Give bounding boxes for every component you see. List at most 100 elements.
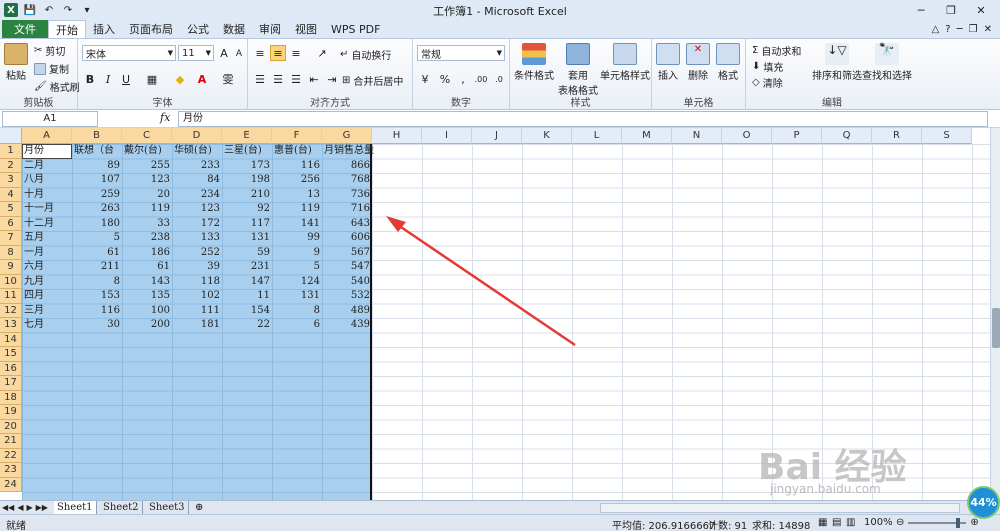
- row-header-12[interactable]: 12: [0, 303, 22, 318]
- table-cell-value[interactable]: 233: [172, 159, 222, 174]
- row-header-19[interactable]: 19: [0, 405, 22, 420]
- table-cell-value[interactable]: 5: [72, 231, 122, 246]
- zoom-out-icon[interactable]: ⊖: [896, 517, 904, 528]
- zoom-slider[interactable]: ⊖ ⊕: [896, 517, 979, 528]
- merge-center-button[interactable]: ⊞ 合并后居中: [342, 73, 403, 88]
- table-cell-label[interactable]: 三星(台): [222, 144, 272, 159]
- percent-button[interactable]: %: [437, 71, 453, 87]
- table-cell-value[interactable]: 263: [72, 202, 122, 217]
- table-cell-label[interactable]: 戴尔(台): [122, 144, 172, 159]
- vertical-scroll-thumb[interactable]: [992, 308, 1000, 348]
- row-header-13[interactable]: 13: [0, 318, 22, 333]
- table-cell-value[interactable]: 20: [122, 188, 172, 203]
- row-header-18[interactable]: 18: [0, 390, 22, 405]
- table-cell-value[interactable]: 439: [322, 318, 372, 333]
- table-cell-label[interactable]: 二月: [22, 159, 72, 174]
- table-cell-value[interactable]: 30: [72, 318, 122, 333]
- column-header-a[interactable]: A: [22, 128, 72, 144]
- table-cell-value[interactable]: 143: [122, 275, 172, 290]
- table-cell-value[interactable]: 147: [222, 275, 272, 290]
- tab-file[interactable]: 文件: [2, 20, 48, 38]
- autosum-button[interactable]: Σ 自动求和: [752, 43, 801, 58]
- table-cell-value[interactable]: 141: [272, 217, 322, 232]
- column-header-o[interactable]: O: [722, 128, 772, 144]
- tab-view[interactable]: 视图: [288, 20, 324, 38]
- row-header-5[interactable]: 5: [0, 202, 22, 217]
- table-cell-value[interactable]: 102: [172, 289, 222, 304]
- table-cell-value[interactable]: 153: [72, 289, 122, 304]
- row-header-10[interactable]: 10: [0, 274, 22, 289]
- font-size-select[interactable]: 11 ▼: [178, 45, 214, 61]
- table-cell-label[interactable]: 联想（台: [72, 144, 122, 159]
- table-cell-label[interactable]: 七月: [22, 318, 72, 333]
- table-cell-value[interactable]: 567: [322, 246, 372, 261]
- page-layout-view-icon[interactable]: ▤: [832, 517, 841, 528]
- table-cell-value[interactable]: 107: [72, 173, 122, 188]
- tab-page-layout[interactable]: 页面布局: [122, 20, 180, 38]
- number-format-select[interactable]: 常规 ▼: [417, 45, 505, 61]
- decrease-indent-icon[interactable]: ⇤: [306, 71, 322, 87]
- wrap-text-button[interactable]: ↵ 自动换行: [340, 47, 391, 62]
- column-header-n[interactable]: N: [672, 128, 722, 144]
- first-sheet-icon[interactable]: ◀◀: [2, 501, 14, 515]
- table-cell-value[interactable]: 768: [322, 173, 372, 188]
- table-cell-value[interactable]: 8: [272, 304, 322, 319]
- grow-font-icon[interactable]: A: [216, 45, 232, 61]
- table-cell-value[interactable]: 489: [322, 304, 372, 319]
- table-cell-label[interactable]: 十一月: [22, 202, 72, 217]
- format-cells-button[interactable]: 格式: [716, 43, 740, 82]
- table-cell-label[interactable]: 一月: [22, 246, 72, 261]
- sheet-tab-sheet1[interactable]: Sheet1: [54, 501, 97, 515]
- table-cell-value[interactable]: 180: [72, 217, 122, 232]
- table-cell-value[interactable]: 200: [122, 318, 172, 333]
- table-cell-value[interactable]: 198: [222, 173, 272, 188]
- comma-button[interactable]: ,: [455, 71, 471, 87]
- table-cell-value[interactable]: 255: [122, 159, 172, 174]
- row-header-15[interactable]: 15: [0, 347, 22, 362]
- table-cell-label[interactable]: 月销售总量: [322, 144, 374, 159]
- tab-home[interactable]: 开始: [48, 20, 86, 38]
- increase-decimal-button[interactable]: .00: [473, 71, 489, 87]
- sort-filter-button[interactable]: ↓▽ 排序和筛选: [812, 43, 862, 82]
- normal-view-icon[interactable]: ▦: [818, 517, 827, 528]
- font-name-select[interactable]: 宋体 ▼: [82, 45, 176, 61]
- customize-qat-icon[interactable]: ▾: [80, 3, 94, 17]
- restore-button[interactable]: ❐: [936, 0, 966, 20]
- fill-button[interactable]: ⬇ 填充: [752, 59, 783, 74]
- table-cell-value[interactable]: 99: [272, 231, 322, 246]
- table-cell-value[interactable]: 61: [122, 260, 172, 275]
- table-cell-value[interactable]: 123: [172, 202, 222, 217]
- sheet-tab-sheet3[interactable]: Sheet3: [146, 501, 189, 515]
- format-as-table-button[interactable]: 套用 表格格式: [558, 43, 598, 97]
- table-cell-value[interactable]: 186: [122, 246, 172, 261]
- table-cell-value[interactable]: 124: [272, 275, 322, 290]
- align-right-icon[interactable]: ☰: [288, 71, 304, 87]
- conditional-format-button[interactable]: 条件格式: [514, 43, 554, 82]
- column-header-e[interactable]: E: [222, 128, 272, 144]
- column-header-i[interactable]: I: [422, 128, 472, 144]
- column-header-d[interactable]: D: [172, 128, 222, 144]
- column-header-g[interactable]: G: [322, 128, 372, 144]
- row-header-3[interactable]: 3: [0, 173, 22, 188]
- table-cell-value[interactable]: 123: [122, 173, 172, 188]
- border-icon[interactable]: ▦: [144, 71, 160, 87]
- shrink-font-icon[interactable]: A: [231, 46, 247, 62]
- table-cell-value[interactable]: 8: [72, 275, 122, 290]
- tab-formulas[interactable]: 公式: [180, 20, 216, 38]
- undo-icon[interactable]: ↶: [42, 3, 56, 17]
- table-cell-label[interactable]: 华硕(台): [172, 144, 222, 159]
- align-top-icon[interactable]: ≡: [252, 45, 268, 61]
- table-cell-value[interactable]: 5: [272, 260, 322, 275]
- table-cell-value[interactable]: 119: [122, 202, 172, 217]
- table-cell-value[interactable]: 736: [322, 188, 372, 203]
- insert-cells-button[interactable]: 插入: [656, 43, 680, 82]
- row-header-6[interactable]: 6: [0, 216, 22, 231]
- zoom-in-icon[interactable]: ⊕: [970, 517, 978, 528]
- table-cell-value[interactable]: 866: [322, 159, 372, 174]
- fill-color-icon[interactable]: ◆: [172, 71, 188, 87]
- table-cell-value[interactable]: 532: [322, 289, 372, 304]
- table-cell-value[interactable]: 606: [322, 231, 372, 246]
- table-cell-value[interactable]: 89: [72, 159, 122, 174]
- copy-button[interactable]: 复制: [34, 61, 69, 76]
- window-minimize-icon[interactable]: ─: [957, 24, 963, 35]
